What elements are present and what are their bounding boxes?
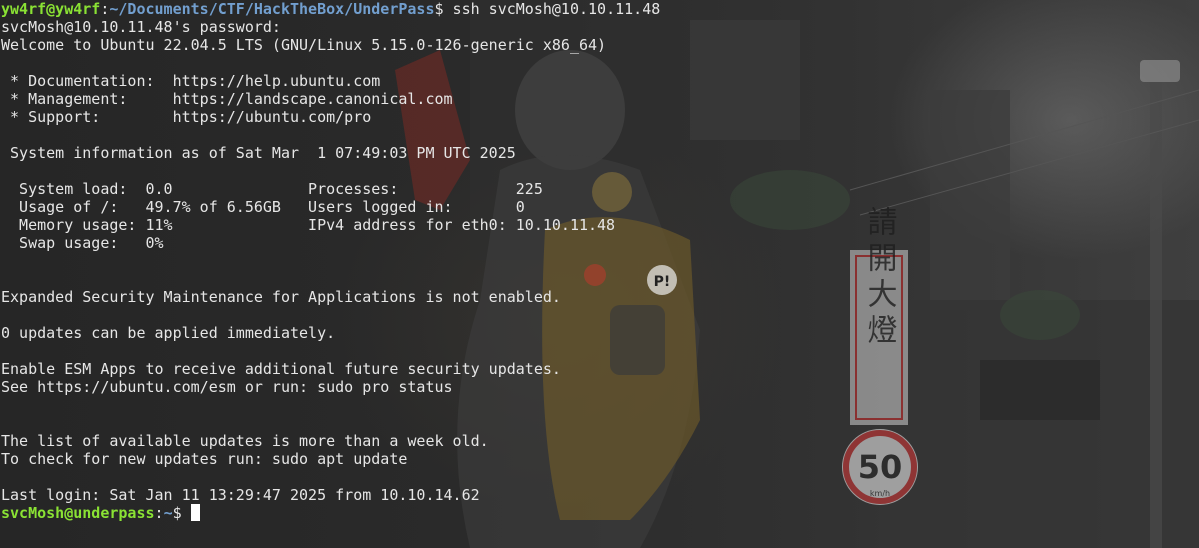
output-line: * Support: https://ubuntu.com/pro bbox=[1, 108, 372, 126]
prompt-user-host: svcMosh@underpass bbox=[1, 504, 155, 522]
active-prompt-line[interactable]: svcMosh@underpass:~$ bbox=[1, 504, 660, 522]
building-shape bbox=[980, 360, 1100, 420]
ssh-output: svcMosh@10.10.11.48's password: Welcome t… bbox=[1, 18, 660, 504]
output-line: To check for new updates run: sudo apt u… bbox=[1, 450, 408, 468]
output-line: System information as of Sat Mar 1 07:49… bbox=[1, 144, 516, 162]
vertical-sign-text: 請開大燈 bbox=[862, 206, 897, 350]
output-line: * Management: https://landscape.canonica… bbox=[1, 90, 453, 108]
prompt-path: ~/Documents/CTF/HackTheBox/UnderPass bbox=[109, 0, 435, 18]
output-line: svcMosh@10.10.11.48's password: bbox=[1, 18, 281, 36]
speed-limit-unit: km/h bbox=[870, 489, 890, 498]
foliage-shape bbox=[730, 170, 850, 230]
text-cursor[interactable] bbox=[190, 504, 200, 521]
output-line: See https://ubuntu.com/esm or run: sudo … bbox=[1, 378, 453, 396]
power-line bbox=[849, 89, 1199, 191]
prompt-path: ~ bbox=[163, 504, 173, 522]
speed-limit-value: 50 bbox=[858, 448, 903, 486]
prompt-line: yw4rf@yw4rf:~/Documents/CTF/HackTheBox/U… bbox=[1, 0, 660, 18]
output-line: Expanded Security Maintenance for Applic… bbox=[1, 288, 561, 306]
power-line bbox=[859, 119, 1199, 216]
prompt-separator: : bbox=[154, 504, 164, 522]
output-line: Welcome to Ubuntu 22.04.5 LTS (GNU/Linux… bbox=[1, 36, 607, 54]
ssh-command: ssh svcMosh@10.10.11.48 bbox=[452, 0, 661, 18]
output-line: Memory usage: 11% IPv4 address for eth0:… bbox=[1, 216, 616, 234]
output-line: Usage of /: 49.7% of 6.56GB Users logged… bbox=[1, 198, 525, 216]
lamp-pole bbox=[1150, 80, 1162, 548]
street-lamp bbox=[1140, 60, 1180, 82]
terminal-output[interactable]: yw4rf@yw4rf: ~/Documents/CTF/HackTheBox/U… bbox=[1, 0, 660, 522]
prompt-user-host: yw4rf@yw4rf bbox=[1, 0, 101, 18]
building-shape bbox=[690, 20, 800, 140]
output-line: Swap usage: 0% bbox=[1, 234, 164, 252]
output-line: Last login: Sat Jan 11 13:29:47 2025 fro… bbox=[1, 486, 480, 504]
foliage-shape bbox=[1000, 290, 1080, 340]
building-shape bbox=[930, 90, 1010, 310]
output-line: System load: 0.0 Processes: 225 bbox=[1, 180, 543, 198]
output-line: * Documentation: https://help.ubuntu.com bbox=[1, 72, 381, 90]
terminal-window[interactable]: P! 請開大燈 50 km/h yw4rf@yw4rf:~/Documents/… bbox=[0, 0, 1199, 548]
output-line: Enable ESM Apps to receive additional fu… bbox=[1, 360, 561, 378]
prompt-symbol: $ bbox=[434, 0, 453, 18]
output-line: The list of available updates is more th… bbox=[1, 432, 489, 450]
prompt-symbol: $ bbox=[172, 504, 191, 522]
output-line: 0 updates can be applied immediately. bbox=[1, 324, 336, 342]
